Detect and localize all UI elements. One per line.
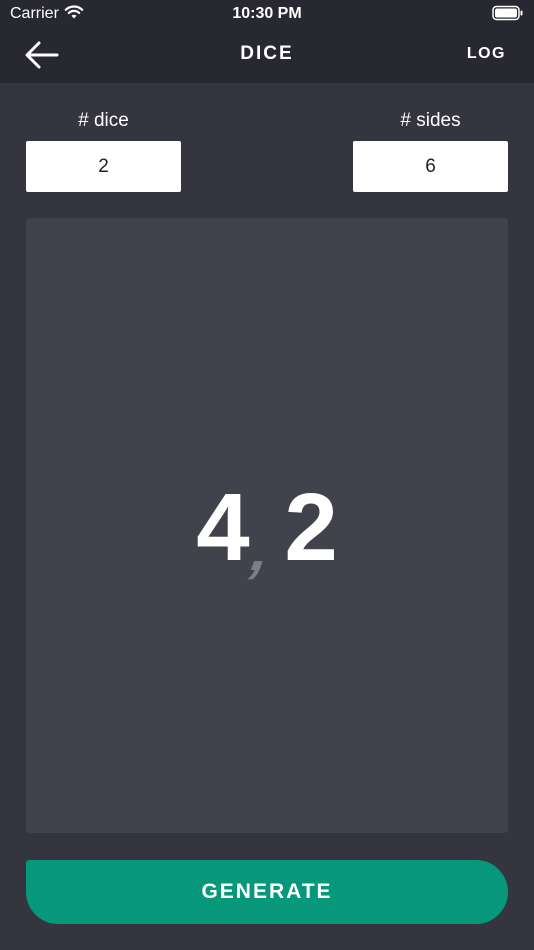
result-first-value: 4 [196,474,250,581]
sides-count-label: # sides [400,110,461,131]
status-bar: Carrier 10:30 PM [0,0,534,28]
dice-count-input[interactable]: 2 [26,141,181,192]
result-second-value: 2 [284,474,338,581]
dice-count-label: # dice [78,110,129,131]
sides-count-input[interactable]: 6 [353,141,508,192]
result-panel: 4,2 [26,218,508,833]
generate-button[interactable]: GENERATE [26,860,508,924]
log-button[interactable]: LOG [467,45,506,63]
result-display: 4,2 [26,473,508,605]
page-title: DICE [240,43,294,64]
battery-icon [492,5,524,26]
status-time: 10:30 PM [232,5,302,22]
nav-bar: DICE LOG [0,28,534,83]
